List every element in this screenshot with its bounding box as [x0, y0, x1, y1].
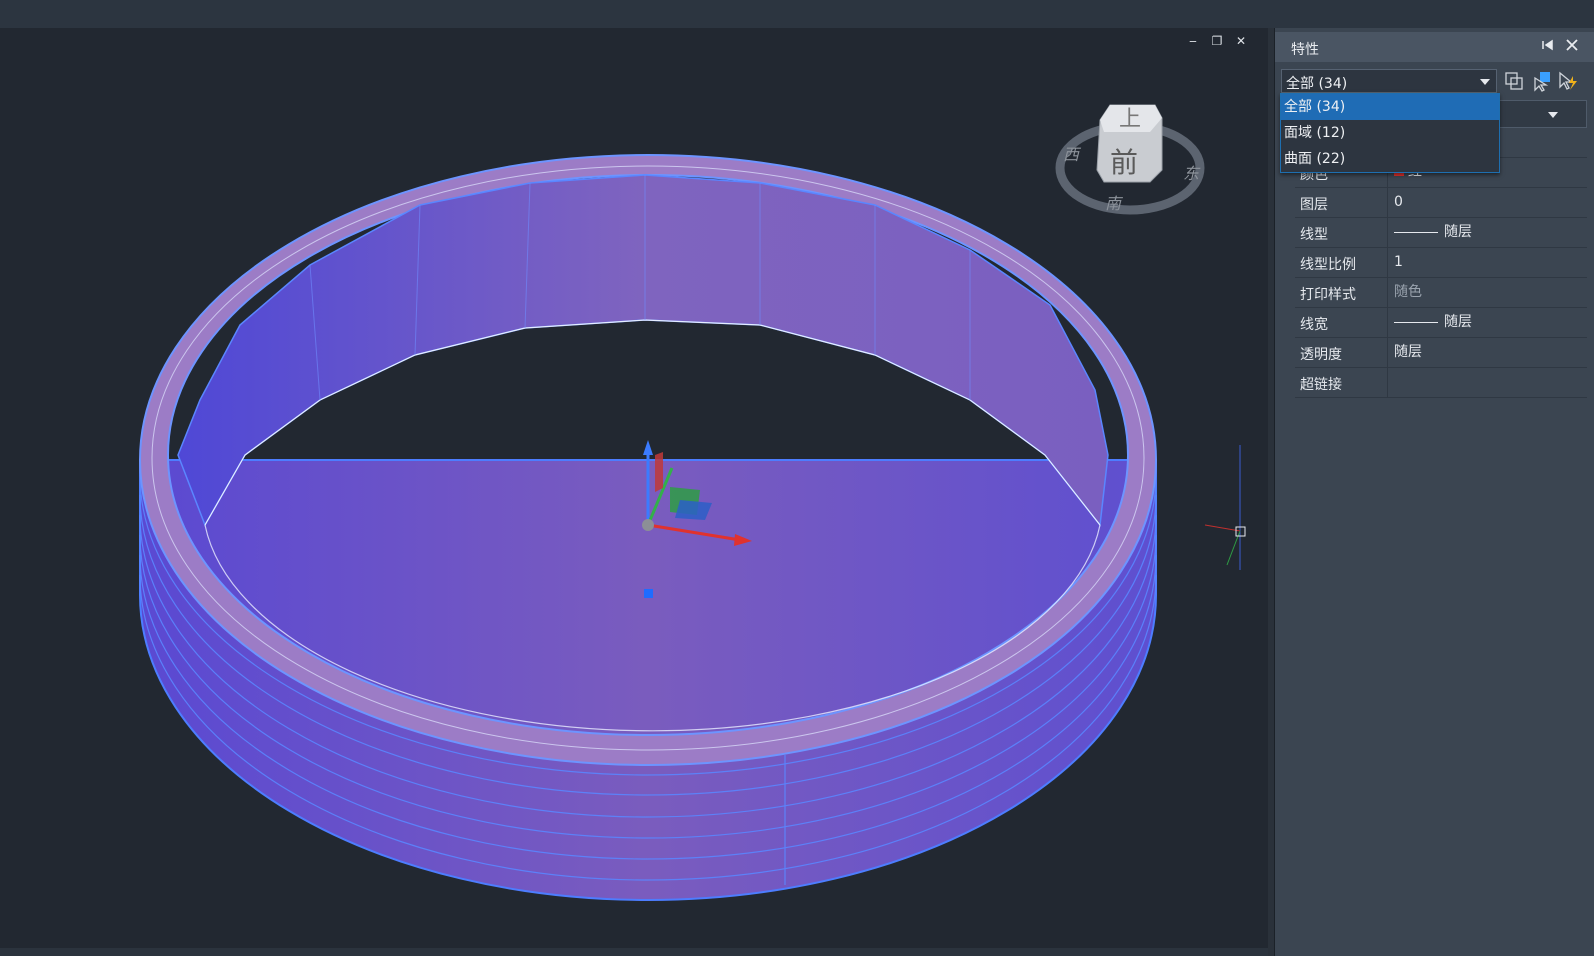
property-key: 透明度 [1295, 338, 1388, 367]
toggle-pickadd-icon[interactable] [1503, 70, 1525, 92]
viewcube-front-label[interactable]: 前 [1110, 146, 1138, 179]
viewcube-top-label[interactable]: 上 [1119, 107, 1141, 132]
property-row-linetype-scale[interactable]: 线型比例 1 [1295, 248, 1587, 278]
drawing-viewport[interactable]: 上 前 西 南 东 ‒ ❐ ✕ [0, 28, 1268, 948]
property-row-layer[interactable]: 图层 0 [1295, 188, 1587, 218]
property-row-lineweight[interactable]: 线宽 随层 [1295, 308, 1587, 338]
property-value[interactable]: 随层 [1394, 218, 1472, 247]
select-objects-icon[interactable] [1531, 70, 1553, 92]
viewport-window-controls: ‒ ❐ ✕ [1186, 34, 1248, 48]
property-key: 线型比例 [1295, 248, 1388, 277]
world-axis-indicator [1204, 445, 1246, 570]
property-row-hyperlink[interactable]: 超链接 [1295, 368, 1587, 398]
top-toolbar-strip [0, 0, 1594, 29]
chevron-down-icon [1480, 79, 1490, 85]
property-key: 线型 [1295, 218, 1388, 247]
dropdown-option-region[interactable]: 面域 (12) [1281, 120, 1499, 146]
properties-panel-header: 特性 [1275, 32, 1594, 62]
property-value: 随色 [1394, 284, 1422, 300]
property-row-plot-style[interactable]: 打印样式 随色 [1295, 278, 1587, 308]
3d-ring-model[interactable]: 上 前 西 南 东 [0, 28, 1268, 948]
chevron-down-icon [1548, 112, 1558, 118]
property-value[interactable]: 1 [1394, 248, 1403, 277]
property-row-transparency[interactable]: 透明度 随层 [1295, 338, 1587, 368]
panel-close-icon[interactable] [1563, 38, 1581, 56]
property-row-linetype[interactable]: 线型 随层 [1295, 218, 1587, 248]
quick-select-icon[interactable] [1557, 70, 1579, 92]
viewport-close-button[interactable]: ✕ [1234, 34, 1248, 48]
selection-filter-value: 全部 (34) [1286, 76, 1348, 92]
viewport-minimize-button[interactable]: ‒ [1186, 34, 1200, 48]
panel-title: 特性 [1291, 42, 1319, 58]
lineweight-sample [1394, 321, 1438, 323]
property-key: 打印样式 [1295, 278, 1388, 307]
compass-west-label[interactable]: 西 [1063, 145, 1082, 164]
viewport-restore-button[interactable]: ❐ [1210, 34, 1224, 48]
property-key: 线宽 [1295, 308, 1388, 337]
viewcube[interactable]: 上 前 西 南 东 [1055, 104, 1205, 215]
grip-point[interactable] [644, 589, 653, 598]
property-key: 图层 [1295, 188, 1388, 217]
dropdown-option-all[interactable]: 全部 (34) [1281, 94, 1499, 120]
dropdown-option-surface[interactable]: 曲面 (22) [1281, 146, 1499, 172]
property-key: 超链接 [1295, 368, 1388, 397]
property-value[interactable]: 随层 [1394, 308, 1472, 337]
panel-pin-icon[interactable] [1539, 38, 1557, 56]
compass-east-label[interactable]: 东 [1183, 164, 1201, 183]
linetype-sample [1394, 231, 1438, 233]
property-value[interactable]: 0 [1394, 188, 1403, 217]
selection-filter-combo[interactable]: 全部 (34) [1281, 69, 1497, 93]
viewport-scrollbar[interactable] [0, 948, 1268, 956]
property-value[interactable]: 随层 [1394, 338, 1422, 367]
selection-filter-dropdown[interactable]: 全部 (34) 面域 (12) 曲面 (22) [1280, 93, 1500, 173]
